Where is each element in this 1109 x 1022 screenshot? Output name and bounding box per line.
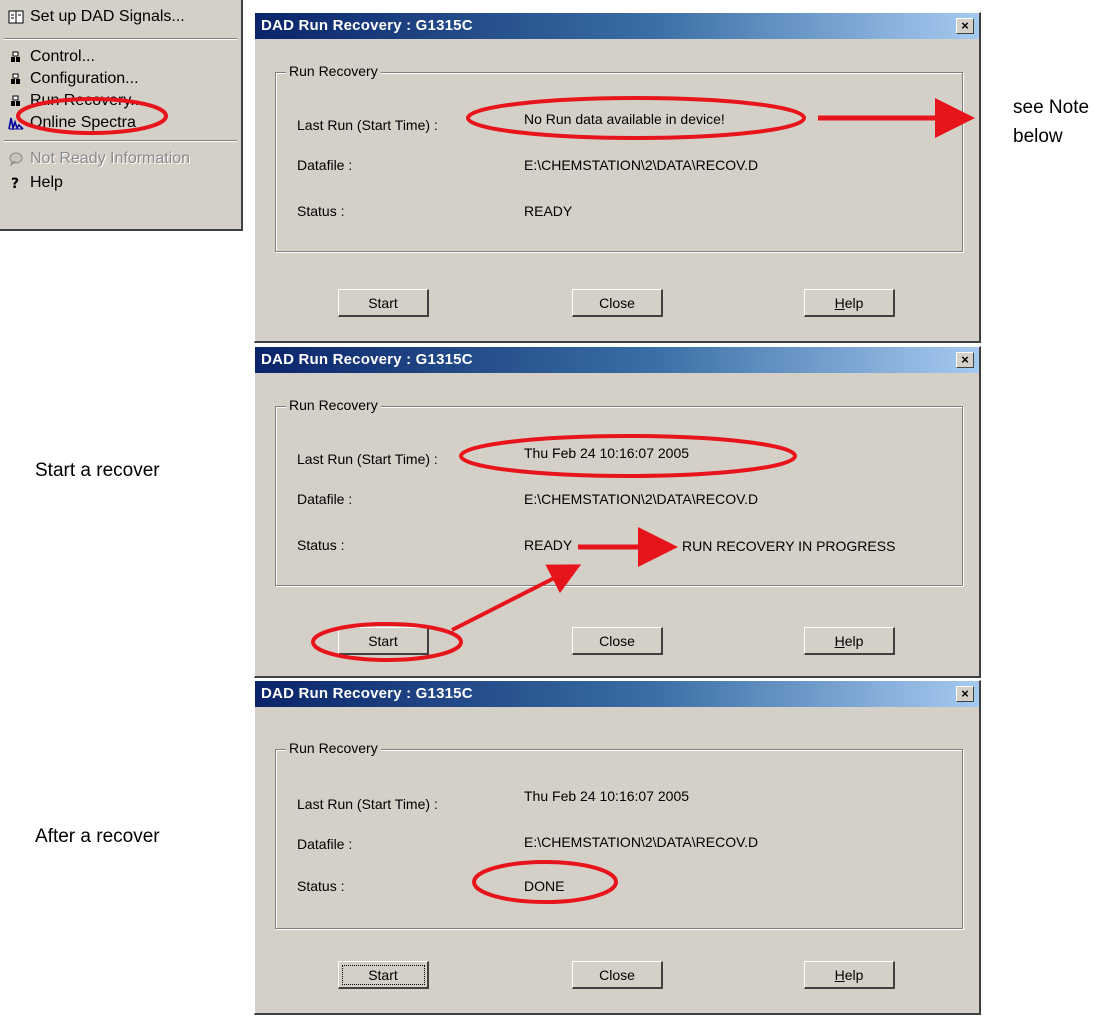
close-icon[interactable]: × [956,18,974,34]
start-button[interactable]: Start [338,961,429,989]
start-button[interactable]: Start [338,627,429,655]
progress-status-note: RUN RECOVERY IN PROGRESS [682,538,896,554]
menu-item-label: Online Spectra [30,114,136,131]
menu-separator [4,38,237,40]
dialog-title: DAD Run Recovery : G1315C [261,351,473,368]
help-button[interactable]: Help [804,627,895,655]
menu-item-run-recovery[interactable]: Run Recovery... [8,90,144,112]
button-label: elp [844,632,864,649]
last-run-value: Thu Feb 24 10:16:07 2005 [524,788,690,804]
spectra-icon [8,115,24,131]
status-value: DONE [524,878,565,894]
title-bar: DAD Run Recovery : G1315C × [255,13,979,39]
start-button[interactable]: Start [338,289,429,317]
menu-item-label: Set up DAD Signals... [30,8,185,25]
button-label: elp [844,966,864,983]
help-icon: ? [8,175,24,191]
help-mnemonic: H [834,294,845,311]
help-mnemonic: H [834,966,845,983]
status-value: READY [524,537,573,553]
group-label: Run Recovery [286,740,381,756]
button-label: Close [599,294,635,311]
datafile-value: E:\CHEMSTATION\2\DATA\RECOV.D [524,157,759,173]
last-run-value: No Run data available in device! [524,111,725,127]
menu-item-label: Run Recovery... [30,92,144,109]
status-label: Status : [297,203,345,219]
button-label: elp [844,294,864,311]
svg-text:?: ? [11,176,19,191]
datafile-value: E:\CHEMSTATION\2\DATA\RECOV.D [524,834,759,850]
menu-item-label: Control... [30,48,95,65]
run-recovery-group: Run Recovery Last Run (Start Time) : No … [275,63,963,252]
run-recovery-dialog-start: DAD Run Recovery : G1315C × Run Recovery… [254,346,981,678]
menu-item-label: Help [30,174,63,191]
menu-item-label: Not Ready Information [30,150,191,167]
close-button[interactable]: Close [572,289,663,317]
menu-item-control[interactable]: Control... [8,46,95,68]
last-run-label: Last Run (Start Time) : [297,451,438,467]
status-label: Status : [297,537,345,553]
menu-separator [4,140,237,142]
last-run-label: Last Run (Start Time) : [297,117,438,133]
title-bar: DAD Run Recovery : G1315C × [255,347,979,373]
menu-item-help[interactable]: ? Help [8,172,63,194]
datafile-label: Datafile : [297,836,353,852]
button-label: Start [368,632,398,649]
run-recovery-group: Run Recovery Last Run (Start Time) : Thu… [275,740,963,929]
signals-icon [8,9,24,25]
close-icon[interactable]: × [956,686,974,702]
note-text-line2: below [1013,126,1063,147]
context-menu: Set up DAD Signals... Control... Configu… [0,0,243,231]
last-run-label: Last Run (Start Time) : [297,796,438,812]
button-label: Start [368,294,398,311]
datafile-label: Datafile : [297,157,353,173]
menu-item-setup-dad-signals[interactable]: Set up DAD Signals... [8,6,185,28]
start-recover-caption: Start a recover [35,460,160,481]
run-recovery-icon [8,93,24,109]
datafile-label: Datafile : [297,491,353,507]
control-icon [8,49,24,65]
menu-item-label: Configuration... [30,70,139,87]
help-button[interactable]: Help [804,961,895,989]
dialog-title: DAD Run Recovery : G1315C [261,685,473,702]
group-label: Run Recovery [286,397,381,413]
status-value: READY [524,203,573,219]
group-label: Run Recovery [286,63,381,79]
run-recovery-group: Run Recovery Last Run (Start Time) : Thu… [275,397,963,586]
menu-item-configuration[interactable]: Configuration... [8,68,139,90]
run-recovery-dialog-done: DAD Run Recovery : G1315C × Run Recovery… [254,680,981,1015]
help-button[interactable]: Help [804,289,895,317]
note-text-line1: see Note [1013,97,1090,118]
configuration-icon [8,71,24,87]
menu-item-not-ready-information[interactable]: Not Ready Information [8,148,190,170]
help-mnemonic: H [834,632,845,649]
last-run-value: Thu Feb 24 10:16:07 2005 [524,445,690,461]
dialog-title: DAD Run Recovery : G1315C [261,17,473,34]
datafile-value: E:\CHEMSTATION\2\DATA\RECOV.D [524,491,759,507]
button-label: Close [599,966,635,983]
button-label: Start [368,966,398,983]
info-icon [8,151,24,167]
status-label: Status : [297,878,345,894]
close-button[interactable]: Close [572,627,663,655]
after-recover-caption: After a recover [35,826,160,847]
title-bar: DAD Run Recovery : G1315C × [255,681,979,707]
button-label: Close [599,632,635,649]
close-button[interactable]: Close [572,961,663,989]
menu-item-online-spectra[interactable]: Online Spectra [8,112,136,134]
close-icon[interactable]: × [956,352,974,368]
run-recovery-dialog-initial: DAD Run Recovery : G1315C × Run Recovery… [254,12,981,343]
